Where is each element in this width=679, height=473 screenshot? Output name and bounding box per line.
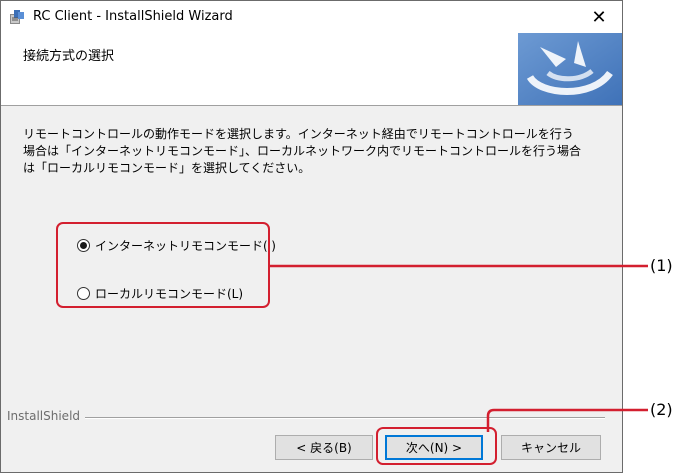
callout-leader-lines (270, 264, 648, 432)
callout-label-1: (1) (650, 256, 673, 275)
callout-label-2: (2) (650, 400, 673, 419)
callout-box-2 (376, 427, 497, 465)
